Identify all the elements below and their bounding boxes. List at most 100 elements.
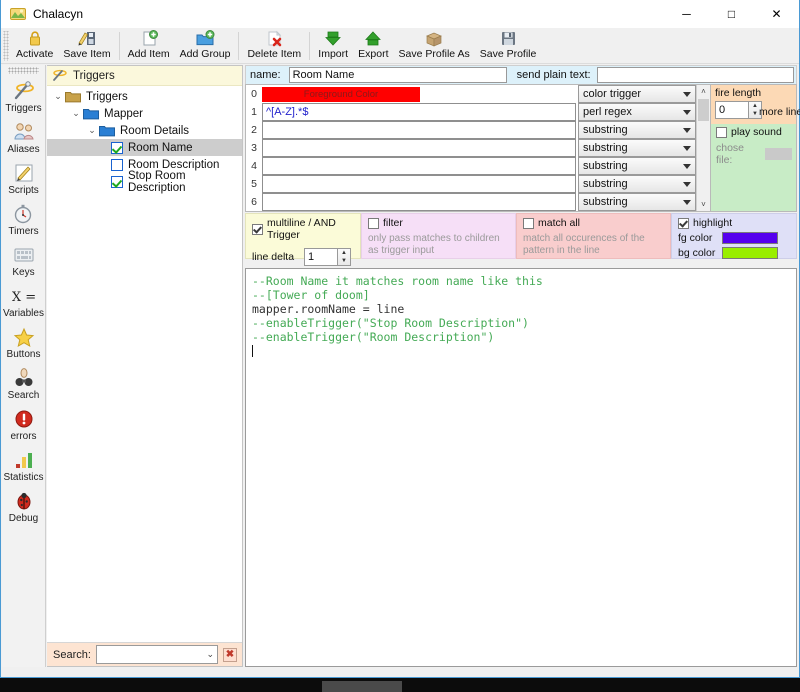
- pattern-scrollbar[interactable]: ˄ ˅: [696, 85, 710, 211]
- play-sound-row[interactable]: play sound: [711, 122, 796, 140]
- toolbar-grip[interactable]: [3, 30, 9, 61]
- line-delta-value[interactable]: 1: [304, 248, 339, 266]
- sidebar-item-debug[interactable]: Debug: [2, 487, 45, 528]
- pattern-index: 4: [246, 157, 262, 175]
- delete-item-button[interactable]: Delete Item: [242, 29, 306, 63]
- pattern-type-select[interactable]: color trigger: [578, 85, 696, 103]
- chevron-down-icon[interactable]: ⌄: [85, 125, 99, 136]
- highlight-checkbox[interactable]: [678, 217, 689, 229]
- add-item-button[interactable]: Add Item: [123, 29, 175, 63]
- pattern-type-select[interactable]: substring: [578, 175, 696, 193]
- sidebar-item-search[interactable]: Search: [2, 364, 45, 405]
- sidebar-item-scripts[interactable]: Scripts: [2, 159, 45, 200]
- export-button[interactable]: Export: [353, 29, 393, 63]
- sidebar-item-statistics[interactable]: Statistics: [2, 446, 45, 487]
- tree-header: Triggers: [47, 66, 242, 86]
- tree-node-triggers[interactable]: ⌄ Triggers: [47, 88, 242, 105]
- pattern-type-label: color trigger: [583, 88, 642, 100]
- stepper-up-icon[interactable]: ▲: [752, 103, 758, 109]
- stepper-down-icon[interactable]: ▼: [752, 111, 758, 117]
- filter-header[interactable]: filter: [368, 217, 510, 229]
- tree-node-checkbox[interactable]: [111, 141, 123, 154]
- stepper-down-icon[interactable]: ▼: [341, 258, 347, 264]
- sidebar-item-timers[interactable]: Timers: [2, 200, 45, 241]
- foreground-color-swatch[interactable]: Foreground Color: [262, 86, 420, 102]
- multiline-header[interactable]: multiline / AND Trigger: [252, 217, 355, 241]
- tree-node-room-details[interactable]: ⌄ Room Details: [47, 122, 242, 139]
- pattern-type-select[interactable]: substring: [578, 139, 696, 157]
- pattern-rows: 0 Foreground Color color trigger 1 ^[A-Z…: [246, 85, 696, 211]
- tree-node-mapper[interactable]: ⌄ Mapper: [47, 105, 242, 122]
- chevron-down-icon[interactable]: ⌄: [206, 649, 214, 660]
- import-button[interactable]: Import: [313, 29, 353, 63]
- save-item-button[interactable]: Save Item: [58, 29, 115, 63]
- pattern-type-select[interactable]: substring: [578, 157, 696, 175]
- chose-file-button[interactable]: [765, 148, 792, 160]
- delete-item-icon: [263, 30, 285, 47]
- toolbar-label: Add Group: [179, 47, 231, 60]
- chevron-down-icon: [683, 200, 691, 205]
- pattern-type-select[interactable]: substring: [578, 121, 696, 139]
- tree-node-label: Mapper: [104, 107, 143, 120]
- sidebar-item-aliases[interactable]: Aliases: [2, 118, 45, 159]
- scroll-up-icon[interactable]: ˄: [697, 85, 710, 98]
- sidebar-item-buttons[interactable]: Buttons: [2, 323, 45, 364]
- pattern-type-select[interactable]: perl regex: [578, 103, 696, 121]
- tree-node-checkbox[interactable]: [111, 158, 123, 171]
- pattern-text[interactable]: [262, 175, 576, 193]
- pattern-text[interactable]: [262, 157, 576, 175]
- line-delta-stepper[interactable]: 1 ▲ ▼: [304, 248, 352, 266]
- close-button[interactable]: ✕: [754, 0, 799, 28]
- pattern-color-cell[interactable]: Foreground Color: [262, 85, 576, 103]
- scroll-down-icon[interactable]: ˅: [697, 198, 710, 211]
- sidebar-item-errors[interactable]: errors: [2, 405, 45, 446]
- search-close-icon[interactable]: ✖: [223, 647, 237, 662]
- search-input[interactable]: ⌄: [95, 645, 218, 664]
- pattern-text[interactable]: [262, 193, 576, 211]
- name-row: name: send plain text:: [245, 65, 797, 84]
- script-editor[interactable]: --Room Name it matches room name like th…: [245, 268, 797, 667]
- pattern-text[interactable]: ^[A-Z].*$: [262, 103, 576, 121]
- fg-color-swatch[interactable]: [722, 232, 778, 244]
- send-plain-text-input[interactable]: [596, 67, 794, 83]
- save-profile-as-button[interactable]: Save Profile As: [394, 29, 475, 63]
- fire-length-value[interactable]: 0: [715, 101, 749, 119]
- pattern-row: 3 substring: [246, 139, 696, 157]
- match-all-header[interactable]: match all: [523, 217, 665, 229]
- taskbar-item[interactable]: [322, 681, 402, 692]
- tree-node-checkbox[interactable]: [111, 175, 123, 188]
- chevron-down-icon: [683, 92, 691, 97]
- sidebar-item-triggers[interactable]: Triggers: [2, 77, 45, 118]
- save-profile-button[interactable]: Save Profile: [475, 29, 542, 63]
- play-sound-checkbox[interactable]: [716, 126, 727, 138]
- rail-grip[interactable]: [8, 67, 39, 74]
- bg-color-swatch[interactable]: [722, 247, 778, 259]
- stepper-arrows[interactable]: ▲ ▼: [338, 248, 352, 266]
- pattern-type-select[interactable]: substring: [578, 193, 696, 211]
- pattern-text[interactable]: [262, 121, 576, 139]
- app-icon: [10, 6, 26, 22]
- sidebar-item-keys[interactable]: Keys: [2, 241, 45, 282]
- scrollbar-thumb[interactable]: [698, 99, 709, 121]
- chose-file-row[interactable]: chose file:: [711, 140, 796, 170]
- add-group-button[interactable]: Add Group: [175, 29, 236, 63]
- chose-file-label: chose file:: [716, 142, 745, 166]
- bar-chart-icon: [12, 449, 36, 471]
- name-input[interactable]: [288, 67, 507, 83]
- name-label: name:: [250, 69, 281, 81]
- activate-button[interactable]: Activate: [11, 29, 58, 63]
- pattern-index: 0: [246, 85, 262, 103]
- chevron-down-icon[interactable]: ⌄: [69, 108, 83, 119]
- match-all-checkbox[interactable]: [523, 217, 534, 229]
- minimize-button[interactable]: ─: [664, 0, 709, 28]
- highlight-header[interactable]: highlight: [678, 217, 791, 229]
- stepper-up-icon[interactable]: ▲: [341, 250, 347, 256]
- chevron-down-icon[interactable]: ⌄: [51, 91, 65, 102]
- tree-node-stop-room-description[interactable]: Stop Room Description: [47, 170, 242, 194]
- pattern-text[interactable]: [262, 139, 576, 157]
- multiline-checkbox[interactable]: [252, 223, 263, 235]
- maximize-button[interactable]: □: [709, 0, 754, 28]
- sidebar-item-variables[interactable]: X = Variables: [2, 282, 45, 323]
- tree-node-room-name[interactable]: Room Name: [47, 139, 242, 156]
- filter-checkbox[interactable]: [368, 217, 379, 229]
